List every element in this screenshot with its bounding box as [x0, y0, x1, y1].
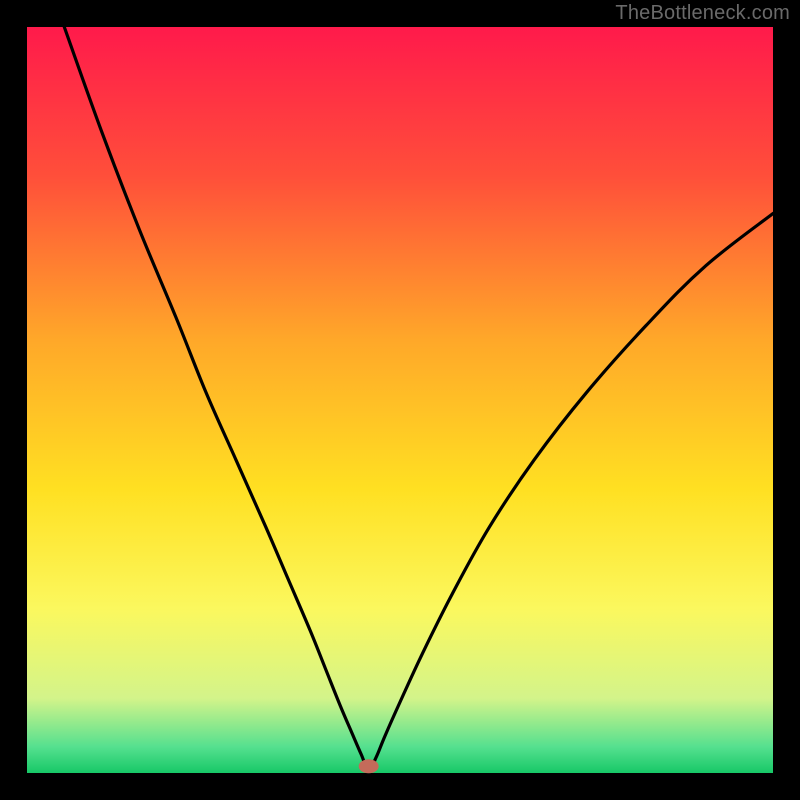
watermark-label: TheBottleneck.com: [615, 2, 790, 25]
bottleneck-chart: [0, 0, 800, 800]
chart-stage: TheBottleneck.com: [0, 0, 800, 800]
optimum-marker: [359, 759, 379, 773]
chart-gradient-bg: [27, 27, 773, 773]
